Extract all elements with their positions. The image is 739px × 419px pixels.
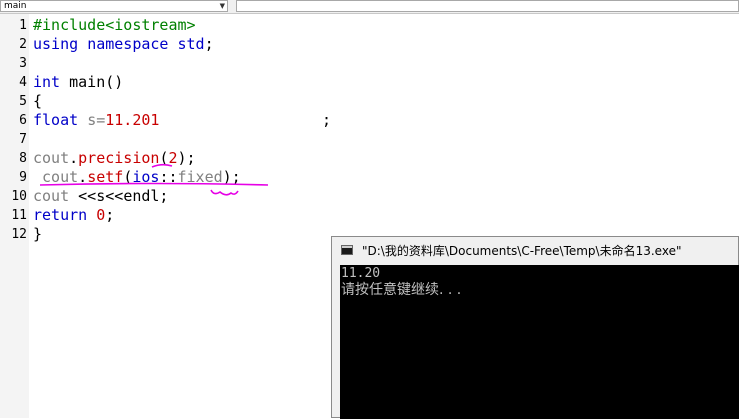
preprocessor-directive: #include<iostream> [33, 16, 196, 34]
code-line: 10 cout <<s<<endl; [0, 187, 739, 206]
identifier: s= [87, 111, 106, 129]
code-text: int main() [33, 73, 123, 92]
code-line: 3 [0, 54, 739, 73]
code-line: 1 #include<iostream> [0, 16, 739, 35]
code-text: float s=11.201 ; [33, 111, 331, 130]
editor-toolbar: main ▼ [0, 0, 739, 14]
identifier: cout [33, 168, 79, 186]
keyword: namespace [87, 35, 169, 53]
code-token: main [69, 73, 106, 91]
code-text: cout.setf(ios::fixed); [33, 168, 241, 187]
number-literal: 0 [96, 206, 106, 224]
code-token: ); [177, 149, 196, 167]
member-function: precision [78, 149, 160, 167]
code-line: 4 int main() [0, 73, 739, 92]
keyword: float [33, 111, 79, 129]
code-token: s [96, 187, 106, 205]
code-line: 6 float s=11.201 ; [0, 111, 739, 130]
function-combo-value: main [4, 1, 27, 11]
line-number: 5 [19, 94, 27, 109]
code-text: #include<iostream> [33, 16, 196, 35]
code-token: { [33, 92, 43, 110]
code-text: using namespace std; [33, 35, 214, 54]
console-output-line: 11.20 [341, 266, 381, 281]
chevron-down-icon[interactable]: ▼ [220, 1, 225, 11]
code-line: 5 { [0, 92, 739, 111]
line-number: 12 [11, 227, 27, 242]
code-token: } [33, 225, 43, 243]
identifier: ios [132, 168, 160, 186]
line-number: 3 [19, 56, 27, 71]
console-title-bar[interactable]: "D:\我的资料库\Documents\C-Free\Temp\未命名13.ex… [332, 237, 739, 265]
line-number: 11 [11, 208, 27, 223]
line-number: 8 [19, 151, 27, 166]
keyword: std [177, 35, 205, 53]
code-line: 2 using namespace std; [0, 35, 739, 54]
console-window[interactable]: "D:\我的资料库\Documents\C-Free\Temp\未命名13.ex… [331, 236, 739, 419]
keyword: int [33, 73, 61, 91]
symbol-combo[interactable] [236, 0, 739, 12]
line-number: 2 [19, 37, 27, 52]
code-token: . [78, 168, 88, 186]
code-text: return 0; [33, 206, 114, 225]
console-output-line: 请按任意键继续. . . [341, 282, 462, 298]
console-icon [341, 245, 353, 255]
code-line: 8 cout.precision(2); [0, 149, 739, 168]
code-token: :: [159, 168, 178, 186]
code-text: cout <<s<<endl; [33, 187, 168, 206]
identifier: cout [33, 149, 70, 167]
line-number: 1 [19, 18, 27, 33]
code-token: ); [222, 168, 241, 186]
function-combo[interactable]: main ▼ [0, 0, 228, 12]
keyword: using [33, 35, 79, 53]
code-token: endl; [123, 187, 169, 205]
line-number: 6 [19, 113, 27, 128]
code-token: ( [123, 168, 133, 186]
code-token: ; [105, 206, 115, 224]
line-number: 7 [19, 132, 27, 147]
code-token: . [69, 149, 79, 167]
code-token: ; [159, 111, 332, 129]
code-text: { [33, 92, 42, 111]
identifier: fixed [177, 168, 223, 186]
code-line: 7 [0, 130, 739, 149]
code-line: 11 return 0; [0, 206, 739, 225]
code-token: << [78, 187, 97, 205]
line-number: 4 [19, 75, 27, 90]
console-output-area[interactable]: 11.20 请按任意键继续. . . [340, 265, 739, 419]
code-text: cout.precision(2); [33, 149, 196, 168]
code-token: ; [204, 35, 214, 53]
member-function: setf [87, 168, 124, 186]
code-text: } [33, 225, 42, 244]
identifier: cout [33, 187, 79, 205]
code-token: () [105, 73, 124, 91]
line-number: 10 [11, 189, 27, 204]
number-literal: 11.201 [105, 111, 160, 129]
console-title: "D:\我的资料库\Documents\C-Free\Temp\未命名13.ex… [362, 244, 682, 258]
keyword: return [33, 206, 88, 224]
code-token: << [105, 187, 124, 205]
number-literal: 2 [168, 149, 178, 167]
line-number: 9 [19, 170, 27, 185]
code-line: 9 cout.setf(ios::fixed); [0, 168, 739, 187]
